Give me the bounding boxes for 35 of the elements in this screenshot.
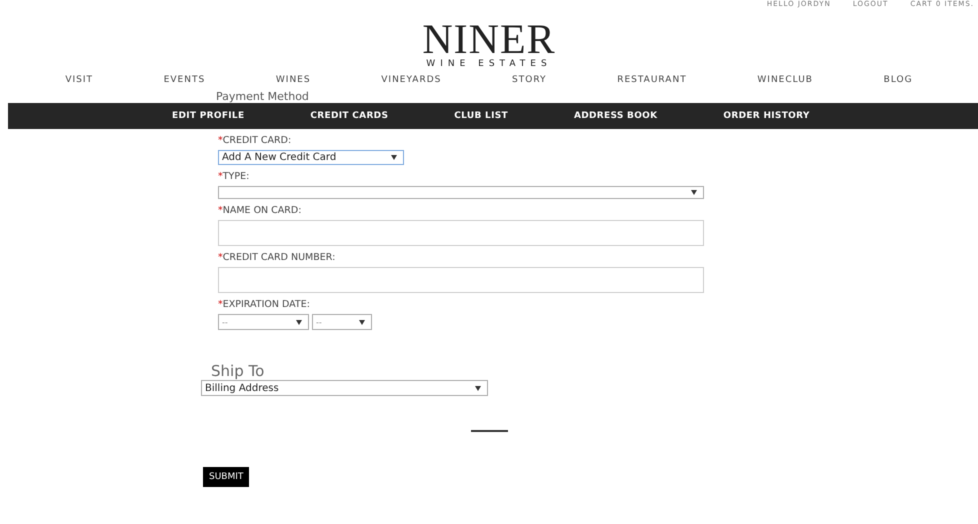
- caret-icon: [475, 386, 481, 390]
- input-field[interactable]: [218, 220, 704, 246]
- field-label: *TYPE:: [218, 171, 250, 184]
- month-select[interactable]: --: [218, 314, 309, 330]
- nav-link[interactable]: BLOG: [884, 75, 913, 93]
- select-field[interactable]: [218, 186, 704, 199]
- field-label: *EXPIRATION DATE:: [218, 299, 311, 312]
- field-label: *CREDIT CARD NUMBER:: [218, 252, 336, 265]
- section-heading: Payment Method: [215, 91, 310, 103]
- logo-wordmark: NINER: [422, 22, 556, 58]
- select-field[interactable]: Add A New Credit Card: [218, 150, 404, 165]
- caret-icon: [691, 190, 697, 195]
- account-tab[interactable]: CREDIT CARDS: [310, 111, 412, 121]
- field-label: *CREDIT CARD:: [218, 135, 292, 148]
- account-tab[interactable]: ADDRESS BOOK: [574, 111, 682, 121]
- caret-icon: [391, 155, 397, 160]
- field-label: *NAME ON CARD:: [218, 205, 302, 218]
- account-tab[interactable]: CLUB LIST: [454, 111, 532, 121]
- nav-link[interactable]: EVENTS: [164, 75, 206, 93]
- nav-link[interactable]: VISIT: [65, 75, 94, 93]
- nav-link[interactable]: RESTAURANT: [617, 75, 687, 93]
- logo-tagline: WINE ESTATES: [426, 59, 552, 69]
- year-select[interactable]: --: [312, 314, 372, 330]
- select-field[interactable]: Billing Address: [201, 380, 488, 396]
- nav-link[interactable]: VINEYARDS: [381, 75, 442, 93]
- account-tab[interactable]: EDIT PROFILE: [172, 111, 268, 121]
- input-field[interactable]: [218, 267, 704, 293]
- nav-link[interactable]: STORY: [512, 75, 547, 93]
- section-heading: Ship To: [210, 362, 266, 380]
- submit-button[interactable]: SUBMIT: [203, 467, 250, 487]
- caret-icon: [359, 320, 365, 324]
- nav-link[interactable]: WINES: [276, 75, 311, 93]
- nav-link[interactable]: WINECLUB: [757, 75, 813, 93]
- account-tab[interactable]: ORDER HISTORY: [723, 111, 834, 121]
- caret-icon: [296, 320, 302, 324]
